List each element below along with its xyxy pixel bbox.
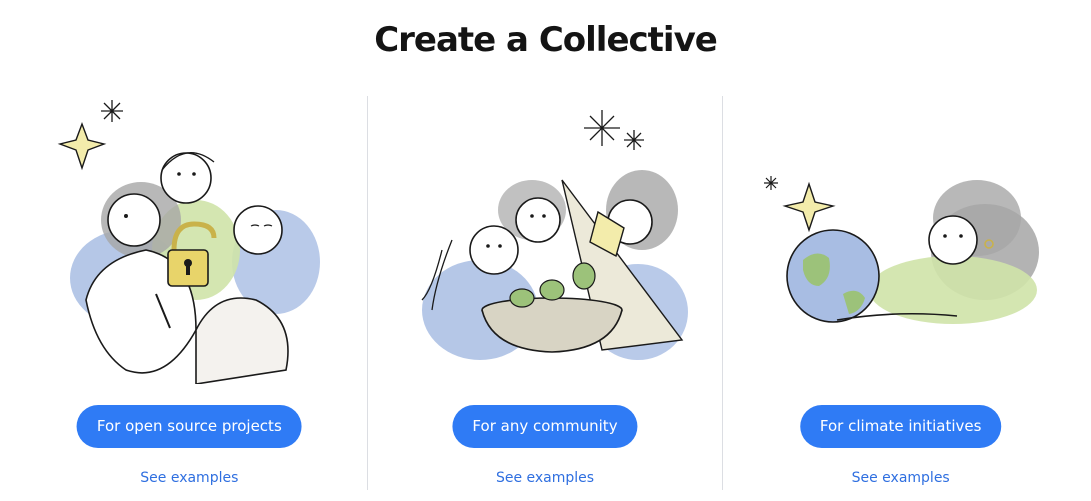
any-community-button[interactable]: For any community: [452, 405, 638, 448]
climate-initiatives-button[interactable]: For climate initiatives: [799, 405, 1002, 448]
see-examples-link-climate[interactable]: See examples: [723, 470, 1078, 486]
people-unlocking-padlock-illustration: [57, 100, 320, 384]
see-examples-link-open-source[interactable]: See examples: [12, 470, 367, 486]
card-community: For any community See examples: [366, 96, 723, 490]
woman-hugging-earth-illustration: [764, 176, 1040, 324]
see-examples-link-community[interactable]: See examples: [368, 470, 723, 486]
card-climate: For climate initiatives See examples: [722, 96, 1078, 490]
open-source-projects-button[interactable]: For open source projects: [76, 405, 302, 448]
page-title: Create a Collective: [374, 20, 718, 60]
people-sharing-salad-bowl-illustration: [421, 110, 688, 360]
card-open-source: For open source projects See examples: [12, 96, 367, 490]
collective-options: For open source projects See examples Fo…: [12, 96, 1078, 490]
